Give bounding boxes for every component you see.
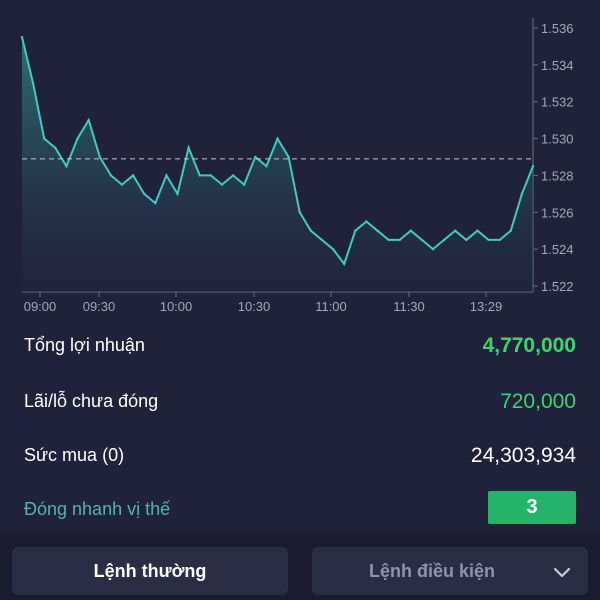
price-point xyxy=(54,146,57,149)
price-point xyxy=(242,183,246,186)
price-point xyxy=(431,247,435,251)
price-point xyxy=(476,229,479,232)
price-point xyxy=(87,118,90,122)
price-point xyxy=(354,229,357,232)
price-chart[interactable]: 1.536 1.534 1.532 1.530 1.528 1.526 1.524 1.522… xyxy=(0,0,600,320)
price-point xyxy=(120,183,124,186)
x-tick-label: 10:00 xyxy=(160,299,193,314)
price-point xyxy=(165,174,168,177)
y-tick-label: 1.530 xyxy=(541,132,574,147)
x-tick-label: 09:00 xyxy=(24,299,57,314)
price-point xyxy=(465,238,468,242)
buying-power-value: 24,303,934 xyxy=(470,444,576,467)
price-point xyxy=(20,36,24,39)
quick-close-row[interactable]: Đóng nhanh vị thế 3 xyxy=(0,490,600,530)
price-point xyxy=(487,238,490,242)
price-point xyxy=(442,238,446,242)
price-point xyxy=(331,247,335,251)
x-tick-label: 10:30 xyxy=(238,299,271,314)
price-point xyxy=(231,174,235,177)
price-point xyxy=(65,165,68,168)
y-tick-label: 1.526 xyxy=(541,205,574,220)
price-point xyxy=(498,238,501,242)
price-point xyxy=(342,262,346,266)
price-point xyxy=(298,211,301,214)
x-axis-ticks: 09:00 09:30 10:00 10:30 11:00 11:30 13:29 xyxy=(24,292,503,314)
price-point xyxy=(520,192,524,196)
unrealized-pnl-row: Lãi/lỗ chưa đóng 720,000 xyxy=(0,382,600,422)
price-area-fill xyxy=(22,37,533,293)
price-point xyxy=(509,229,512,232)
chevron-down-icon xyxy=(553,567,571,578)
price-point xyxy=(254,155,257,159)
price-point xyxy=(209,174,213,177)
y-tick-label: 1.534 xyxy=(541,58,574,73)
y-axis-ticks: 1.536 1.534 1.532 1.530 1.528 1.526 1.524 1.522 xyxy=(533,21,574,294)
quick-close-label[interactable]: Đóng nhanh vị thế xyxy=(24,499,170,520)
price-point xyxy=(309,229,313,232)
price-point xyxy=(420,238,424,242)
price-point xyxy=(31,82,35,85)
buying-power-label: Sức mua (0) xyxy=(24,445,125,465)
y-tick-label: 1.532 xyxy=(541,95,574,110)
price-point xyxy=(265,165,268,168)
unrealized-pnl-label: Lãi/lỗ chưa đóng xyxy=(24,391,159,411)
price-point xyxy=(531,165,535,168)
x-tick-label: 11:30 xyxy=(393,299,425,314)
conditional-order-label: Lệnh điều kiện xyxy=(368,561,496,581)
price-point xyxy=(154,201,157,205)
price-point xyxy=(176,192,179,196)
total-profit-row: Tổng lợi nhuận 4,770,000 xyxy=(0,326,600,366)
price-point xyxy=(98,155,101,159)
total-profit-label: Tổng lợi nhuận xyxy=(24,335,145,355)
price-point xyxy=(43,137,46,140)
price-point xyxy=(276,137,279,140)
price-point xyxy=(365,220,368,223)
price-point xyxy=(320,238,324,242)
x-tick-label: 09:30 xyxy=(83,299,116,314)
y-tick-label: 1.524 xyxy=(541,242,574,257)
quick-close-count-badge[interactable]: 3 xyxy=(488,491,576,524)
total-profit-value: 4,770,000 xyxy=(482,334,576,357)
x-tick-label: 11:00 xyxy=(315,299,347,314)
price-point xyxy=(198,174,201,177)
normal-order-button[interactable]: Lệnh thường xyxy=(12,547,288,595)
y-tick-label: 1.528 xyxy=(541,168,574,183)
order-type-bar: Lệnh thường Lệnh điều kiện xyxy=(0,535,600,600)
price-point xyxy=(387,238,390,242)
conditional-order-button[interactable]: Lệnh điều kiện xyxy=(312,547,588,595)
price-point xyxy=(409,229,413,232)
price-point xyxy=(376,229,379,232)
x-tick-label: 13:29 xyxy=(470,299,503,314)
buying-power-row: Sức mua (0) 24,303,934 xyxy=(0,436,600,476)
y-tick-label: 1.522 xyxy=(541,279,574,294)
price-point xyxy=(76,137,79,140)
price-point xyxy=(398,238,401,242)
price-point xyxy=(454,229,457,232)
price-point xyxy=(131,174,135,177)
price-point xyxy=(109,174,113,177)
y-tick-label: 1.536 xyxy=(541,21,574,36)
price-point xyxy=(142,192,146,196)
unrealized-pnl-value: 720,000 xyxy=(500,390,576,413)
price-point xyxy=(287,155,290,159)
price-point xyxy=(187,146,190,149)
price-point xyxy=(220,183,224,186)
